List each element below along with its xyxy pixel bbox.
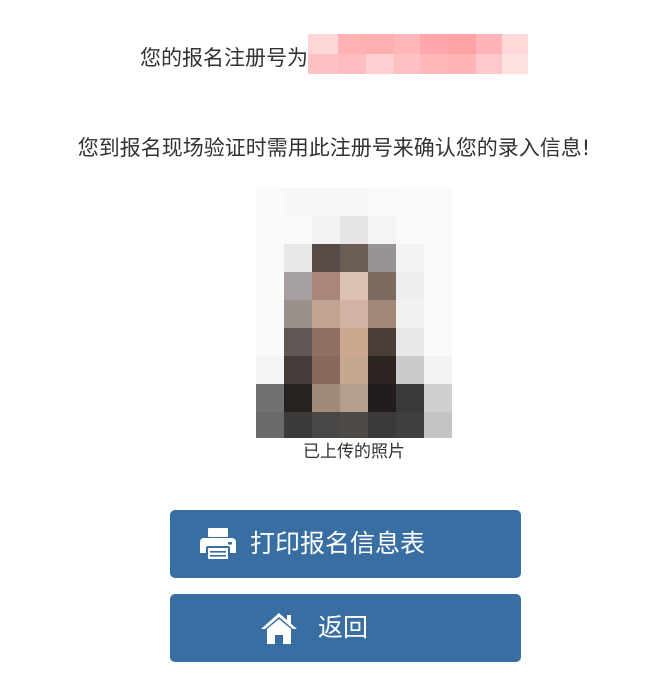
verification-notice: 您到报名现场验证时需用此注册号来确认您的录入信息! bbox=[77, 136, 591, 160]
photo-caption: 已上传的照片 bbox=[303, 442, 405, 462]
home-icon bbox=[259, 610, 299, 646]
back-button[interactable]: 返回 bbox=[170, 594, 521, 662]
registration-number-line: 您的报名注册号为 bbox=[0, 34, 668, 78]
print-registration-button[interactable]: 打印报名信息表 bbox=[170, 510, 521, 578]
uploaded-photo bbox=[256, 188, 452, 438]
registration-number-label: 您的报名注册号为 bbox=[140, 46, 308, 70]
back-button-label: 返回 bbox=[318, 613, 369, 642]
printer-icon bbox=[198, 526, 238, 562]
registration-number-redacted bbox=[308, 34, 528, 74]
print-button-label: 打印报名信息表 bbox=[250, 529, 426, 558]
